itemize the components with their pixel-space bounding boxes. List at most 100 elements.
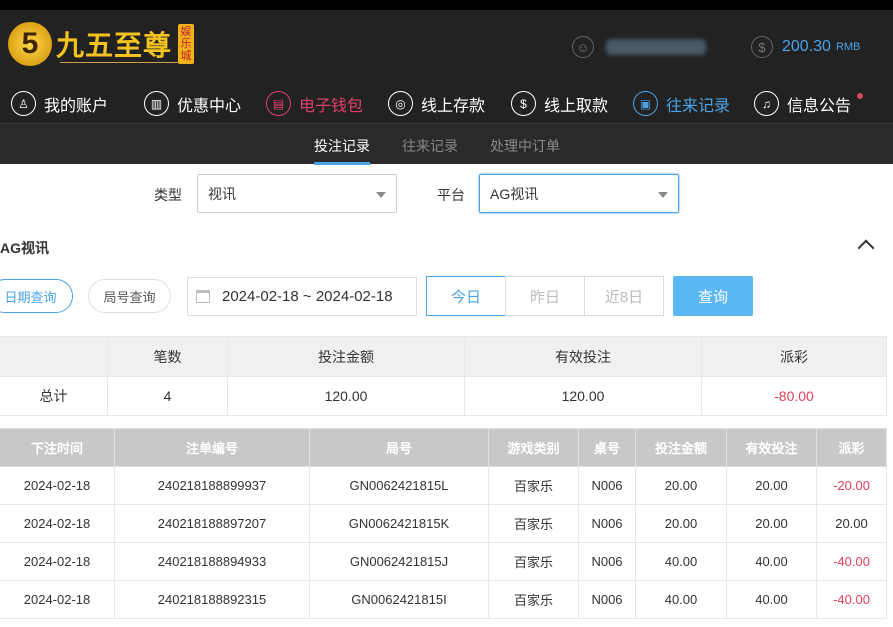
header-cell: 投注金额 — [227, 336, 465, 377]
cell: 2024-02-18 — [0, 466, 115, 505]
notification-dot — [857, 93, 864, 99]
cell: GN0062421815J — [309, 542, 489, 581]
cell: -80.00 — [701, 376, 887, 416]
cell: 40.00 — [635, 542, 727, 581]
cell: 2024-02-18 — [0, 504, 115, 543]
nav-my-account[interactable]: ♙ 我的账户 — [11, 91, 108, 116]
balance-amount: 200.30 — [782, 38, 831, 55]
type-value: 视讯 — [208, 185, 236, 202]
cell: 240218188892315 — [114, 580, 310, 619]
cell: 20.00 — [726, 504, 817, 543]
tab-transactions[interactable]: 往来记录 — [402, 136, 458, 156]
cell: N006 — [578, 504, 636, 543]
table-row: 2024-02-18 240218188899937 GN0062421815L 百家… — [0, 466, 887, 505]
nav-label: 线上取款 — [544, 97, 609, 115]
header: 5 九五至尊 娱乐城 ☺ $ 200.30 RMB — [0, 10, 893, 83]
dollar-icon: $ — [751, 36, 773, 58]
cell: 20.00 — [635, 466, 727, 505]
tab-bet-records[interactable]: 投注记录 — [314, 136, 370, 165]
summary-row: 总计 4 120.00 120.00 -80.00 — [0, 376, 887, 416]
header-cell: 有效投注 — [726, 428, 817, 467]
top-bar — [0, 0, 893, 10]
chevron-down-icon — [658, 192, 668, 198]
bell-icon: ♫ — [754, 91, 779, 116]
deposit-icon: ◎ — [388, 91, 413, 116]
header-cell: 桌号 — [578, 428, 636, 467]
nav-announcements[interactable]: ♫ 信息公告 — [754, 91, 864, 116]
details-header: 下注时间 注单编号 局号 游戏类别 桌号 投注金额 有效投注 派彩 — [0, 428, 887, 467]
header-cell: 派彩 — [816, 428, 887, 467]
cell: 120.00 — [464, 376, 702, 416]
cell: 2024-02-18 — [0, 542, 115, 581]
logo-mark: 5 — [8, 22, 52, 66]
cell: -20.00 — [816, 466, 887, 505]
today-button[interactable]: 今日 — [426, 276, 506, 316]
nav-wallet[interactable]: ▤ 电子钱包 — [266, 91, 363, 116]
tab-pending-orders[interactable]: 处理中订单 — [490, 136, 560, 156]
wallet-icon: ▤ — [266, 91, 291, 116]
nav-withdraw[interactable]: $ 线上取款 — [511, 91, 608, 116]
table-row: 2024-02-18 240218188897207 GN0062421815K 百家… — [0, 504, 887, 543]
date-range-input[interactable]: 2024-02-18 ~ 2024-02-18 — [187, 277, 417, 316]
platform-label: 平台 — [437, 187, 465, 203]
summary-header: 笔数 投注金额 有效投注 派彩 — [0, 336, 887, 377]
cell: 百家乐 — [488, 580, 579, 619]
cell: 4 — [107, 376, 228, 416]
logo-ornament — [60, 62, 180, 63]
platform-select[interactable]: AG视讯 — [479, 174, 679, 213]
cell: -40.00 — [816, 580, 887, 619]
balance: $ 200.30 RMB — [751, 36, 860, 58]
cell: 百家乐 — [488, 504, 579, 543]
cell: 240218188897207 — [114, 504, 310, 543]
cell: 2024-02-18 — [0, 580, 115, 619]
user-icon: ☺ — [572, 36, 594, 58]
nav-label: 信息公告 — [787, 97, 852, 115]
cell: 20.00 — [726, 466, 817, 505]
nav-promotions[interactable]: ▥ 优惠中心 — [144, 91, 241, 116]
query-button[interactable]: 查询 — [673, 276, 753, 316]
main-nav: ♙ 我的账户 ▥ 优惠中心 ▤ 电子钱包 ◎ 线上存款 $ 线上取款 ▣ 往来记录 ♫ 信息公… — [0, 83, 893, 124]
nav-deposit[interactable]: ◎ 线上存款 — [388, 91, 485, 116]
logo[interactable]: 5 九五至尊 娱乐城 — [8, 22, 195, 66]
type-select[interactable]: 视讯 — [197, 174, 397, 213]
cell: 240218188894933 — [114, 542, 310, 581]
cell: N006 — [578, 466, 636, 505]
calendar-icon — [196, 290, 210, 303]
date-range-value: 2024-02-18 ~ 2024-02-18 — [222, 288, 393, 305]
cell: 40.00 — [726, 580, 817, 619]
cell: 百家乐 — [488, 466, 579, 505]
cell: 总计 — [0, 376, 108, 416]
section-title: AG视讯 — [0, 240, 49, 256]
nav-label: 往来记录 — [666, 97, 731, 115]
date-query-button[interactable]: 日期查询 — [0, 279, 73, 313]
gift-icon: ▥ — [144, 91, 169, 116]
header-cell: 有效投注 — [464, 336, 702, 377]
last-8-days-button[interactable]: 近8日 — [584, 276, 664, 316]
header-cell: 派彩 — [701, 336, 887, 377]
user-info[interactable]: ☺ — [572, 36, 706, 58]
bet-details-table: 下注时间 注单编号 局号 游戏类别 桌号 投注金额 有效投注 派彩 2024-0… — [0, 428, 887, 619]
type-label: 类型 — [154, 187, 182, 203]
withdraw-icon: $ — [511, 91, 536, 116]
currency: RMB — [835, 41, 861, 53]
header-cell: 游戏类别 — [488, 428, 579, 467]
cell: 240218188899937 — [114, 466, 310, 505]
header-cell — [0, 336, 108, 377]
cell: 120.00 — [227, 376, 465, 416]
cell: N006 — [578, 580, 636, 619]
yesterday-button[interactable]: 昨日 — [505, 276, 585, 316]
header-cell: 注单编号 — [114, 428, 310, 467]
chevron-up-icon[interactable] — [857, 239, 875, 257]
cell: 40.00 — [726, 542, 817, 581]
cell: 20.00 — [816, 504, 887, 543]
records-icon: ▣ — [633, 91, 658, 116]
nav-label: 电子钱包 — [299, 97, 364, 115]
cell: 40.00 — [635, 580, 727, 619]
round-query-button[interactable]: 局号查询 — [88, 279, 171, 313]
cell: GN0062421815L — [309, 466, 489, 505]
header-cell: 笔数 — [107, 336, 228, 377]
nav-records[interactable]: ▣ 往来记录 — [633, 91, 730, 116]
nav-label: 我的账户 — [44, 97, 109, 115]
cell: -40.00 — [816, 542, 887, 581]
user-icon: ♙ — [11, 91, 36, 116]
